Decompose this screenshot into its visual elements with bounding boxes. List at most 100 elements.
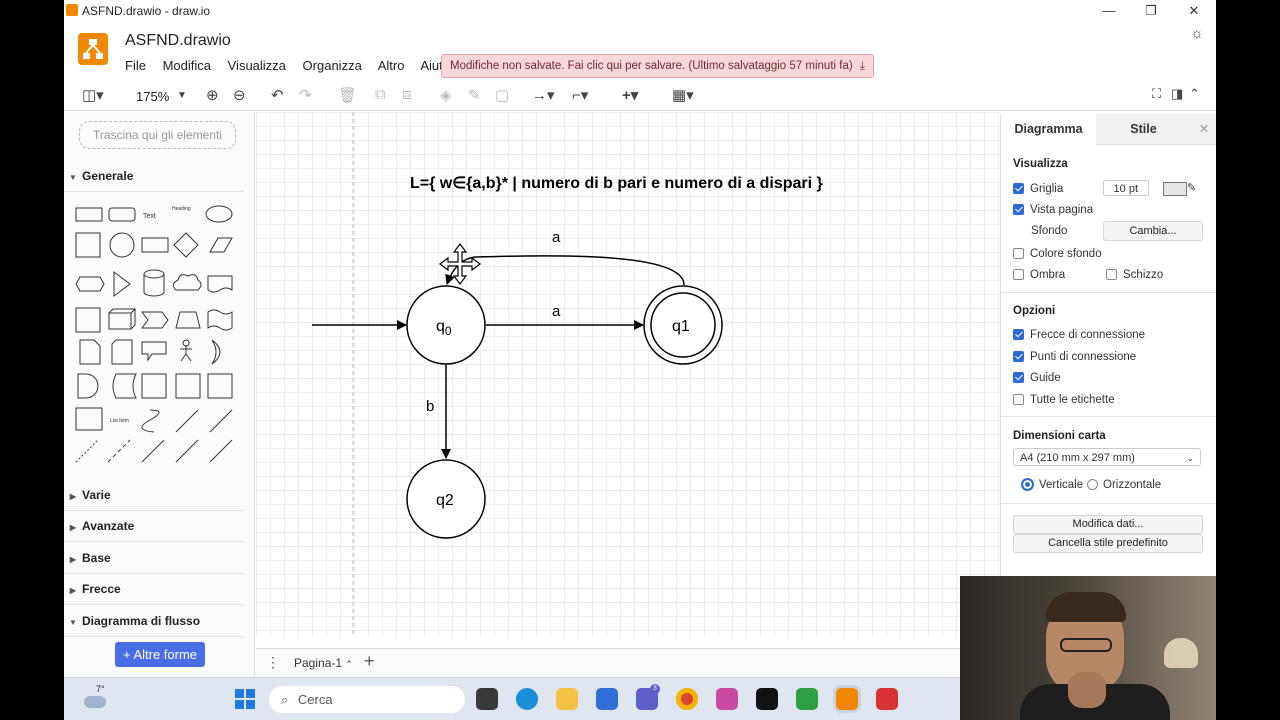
section-avanzate[interactable]: ▶ Avanzate bbox=[64, 511, 244, 542]
section-frecce[interactable]: ▶ Frecce bbox=[64, 574, 244, 605]
schizzo-checkbox[interactable] bbox=[1106, 269, 1117, 281]
collapse-icon[interactable]: ⌃ bbox=[1189, 86, 1200, 102]
griglia-row[interactable]: Griglia bbox=[1013, 181, 1063, 197]
close-window-button[interactable]: ✕ bbox=[1179, 2, 1209, 20]
tutte-etichette-checkbox[interactable] bbox=[1013, 394, 1024, 406]
waypoints-icon[interactable]: ⌐▾ bbox=[572, 86, 588, 104]
tutte-etichette-label: Tutte le etichette bbox=[1030, 394, 1115, 406]
menu-visualizza[interactable]: Visualizza bbox=[228, 58, 286, 73]
table-icon[interactable]: ▦▾ bbox=[672, 86, 694, 104]
punti-checkbox[interactable] bbox=[1013, 351, 1024, 363]
download-icon: ⤓ bbox=[859, 60, 865, 72]
punti-label: Punti di connessione bbox=[1030, 351, 1137, 363]
shape-callout bbox=[141, 341, 167, 362]
format-panel-icon[interactable]: ◨ bbox=[1171, 86, 1183, 102]
section-diagramma-di-flusso[interactable]: ▼ Diagramma di flusso bbox=[64, 606, 244, 637]
modifica-dati-button[interactable]: Modifica dati... bbox=[1013, 515, 1203, 534]
connection-style-icon[interactable]: →▾ bbox=[532, 86, 555, 104]
paper-size-select[interactable]: A4 (210 mm x 297 mm) ⌄ bbox=[1013, 448, 1201, 466]
camtasia-red-icon[interactable] bbox=[876, 688, 898, 710]
file-explorer-icon[interactable] bbox=[556, 688, 578, 710]
menu-organizza[interactable]: Organizza bbox=[303, 58, 362, 73]
tutte-etichette-row[interactable]: Tutte le etichette bbox=[1013, 392, 1115, 408]
camtasia-green-icon[interactable] bbox=[796, 688, 818, 710]
tab-diagramma[interactable]: Diagramma bbox=[1001, 114, 1096, 144]
grid-color-swatch[interactable] bbox=[1163, 182, 1187, 196]
colore-sfondo-checkbox[interactable] bbox=[1013, 248, 1024, 260]
glasses bbox=[1060, 638, 1112, 652]
cancella-stile-button[interactable]: Cancella stile predefinito bbox=[1013, 534, 1203, 553]
more-shapes-button[interactable]: + Altre forme bbox=[115, 642, 205, 667]
zoom-in-icon[interactable]: ⊕ bbox=[206, 86, 219, 104]
shape-container-2 bbox=[207, 373, 233, 399]
menu-altro[interactable]: Altro bbox=[378, 58, 405, 73]
page-tab[interactable]: Pagina-1 ⌃ bbox=[294, 656, 353, 670]
menu-modifica[interactable]: Modifica bbox=[163, 58, 211, 73]
schizzo-row[interactable]: Schizzo bbox=[1106, 267, 1163, 283]
close-panel-icon[interactable]: ✕ bbox=[1191, 114, 1216, 145]
section-generale[interactable]: ▼ Generale bbox=[64, 161, 244, 192]
grid-size-input[interactable]: 10 pt bbox=[1103, 180, 1149, 196]
diagram-canvas[interactable]: L={ w∈{a,b}* | numero di b pari e numero… bbox=[256, 112, 1000, 637]
pages-menu-icon[interactable]: ⋮ bbox=[266, 654, 280, 671]
frecce-checkbox[interactable] bbox=[1013, 329, 1024, 341]
shape-text: Text bbox=[143, 213, 156, 220]
vista-pagina-row[interactable]: Vista pagina bbox=[1013, 202, 1093, 218]
verticale-row[interactable]: Verticale bbox=[1021, 477, 1083, 493]
ombra-checkbox[interactable] bbox=[1013, 269, 1024, 281]
guide-row[interactable]: Guide bbox=[1013, 370, 1061, 386]
section-generale-label: Generale bbox=[82, 169, 134, 183]
undo-icon[interactable]: ↶ bbox=[271, 86, 284, 104]
section-varie[interactable]: ▶ Varie bbox=[64, 480, 244, 511]
orizzontale-row[interactable]: Orizzontale bbox=[1087, 477, 1161, 493]
zoom-dropdown-icon[interactable]: ▼ bbox=[177, 90, 187, 101]
fullscreen-icon[interactable]: ⛶ bbox=[1152, 86, 1161, 102]
drawio-taskbar-icon[interactable] bbox=[836, 688, 858, 710]
store-icon[interactable] bbox=[596, 688, 618, 710]
zoom-level[interactable]: 175% bbox=[136, 89, 169, 104]
windows-start-icon[interactable] bbox=[235, 689, 255, 709]
add-page-icon[interactable]: + bbox=[364, 651, 375, 672]
tab-stile[interactable]: Stile bbox=[1096, 114, 1191, 145]
task-view-icon[interactable] bbox=[476, 688, 498, 710]
weather-temp: 7° bbox=[96, 684, 105, 694]
shape-bidirectional-arrow bbox=[175, 409, 199, 433]
shape-rounded-rectangle bbox=[108, 207, 136, 222]
guide-checkbox[interactable] bbox=[1013, 372, 1024, 384]
section-base[interactable]: ▶ Base bbox=[64, 543, 244, 574]
griglia-checkbox[interactable] bbox=[1013, 183, 1024, 195]
shape-actor bbox=[180, 339, 192, 362]
drop-zone[interactable]: Trascina qui gli elementi bbox=[79, 121, 236, 149]
weather-widget[interactable]: 7° bbox=[84, 684, 114, 714]
shape-rectangle bbox=[75, 207, 103, 222]
shape-document bbox=[207, 275, 233, 293]
pencil-icon[interactable]: ✎ bbox=[1187, 181, 1196, 194]
shape-palette[interactable]: Text Heading List Item bbox=[72, 200, 237, 470]
ombra-row[interactable]: Ombra bbox=[1013, 267, 1065, 283]
verticale-radio[interactable] bbox=[1021, 478, 1034, 492]
insert-icon[interactable]: +▾ bbox=[622, 86, 638, 104]
taskbar-search[interactable]: ⌕ Cerca bbox=[269, 686, 465, 713]
cloud-icon bbox=[84, 696, 106, 708]
frecce-row[interactable]: Frecce di connessione bbox=[1013, 327, 1145, 343]
verticale-label: Verticale bbox=[1039, 479, 1084, 491]
theme-toggle-icon[interactable]: ☼ bbox=[1190, 25, 1204, 42]
title-bar: ASFND.drawio - draw.io — ❐ ✕ bbox=[64, 0, 1216, 22]
zoom-out-icon[interactable]: ⊖ bbox=[233, 86, 246, 104]
vista-pagina-checkbox[interactable] bbox=[1013, 204, 1024, 216]
colore-sfondo-row[interactable]: Colore sfondo bbox=[1013, 246, 1102, 262]
maximize-button[interactable]: ❐ bbox=[1136, 2, 1166, 20]
menu-file[interactable]: File bbox=[125, 58, 146, 73]
orizzontale-radio[interactable] bbox=[1087, 479, 1098, 491]
cambia-button[interactable]: Cambia... bbox=[1103, 221, 1203, 241]
chrome-icon[interactable] bbox=[676, 688, 698, 710]
snipping-tool-icon[interactable] bbox=[716, 688, 738, 710]
obs-icon[interactable] bbox=[756, 688, 778, 710]
minimize-button[interactable]: — bbox=[1094, 2, 1124, 20]
unsaved-changes-notice[interactable]: Modifiche non salvate. Fai clic qui per … bbox=[441, 54, 874, 78]
panel-layout-icon[interactable]: ◫▾ bbox=[82, 86, 104, 104]
punti-row[interactable]: Punti di connessione bbox=[1013, 349, 1136, 365]
paper-size-value: A4 (210 mm x 297 mm) bbox=[1020, 452, 1135, 464]
edge-icon[interactable] bbox=[516, 688, 538, 710]
document-title[interactable]: ASFND.drawio bbox=[125, 32, 231, 50]
